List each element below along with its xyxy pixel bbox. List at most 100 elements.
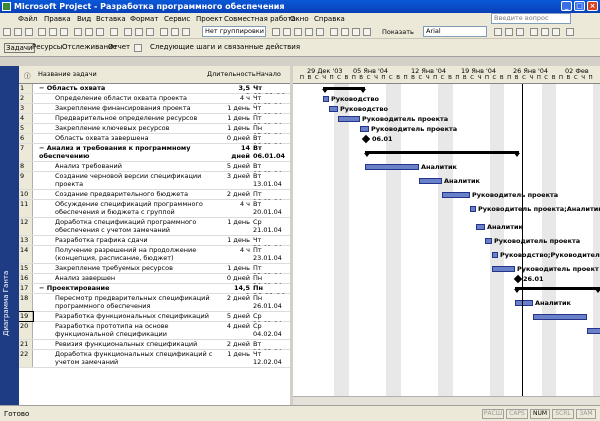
row-number[interactable]: 4 [19, 114, 33, 123]
task-name[interactable]: Создание предварительного бюджета [55, 190, 222, 198]
preview-icon[interactable] [49, 28, 57, 36]
bold-icon[interactable] [494, 28, 502, 36]
task-start[interactable]: Вт 20.01.04 [251, 200, 290, 216]
row-number[interactable]: 15 [19, 264, 33, 273]
tasks-button[interactable]: Задачи [4, 43, 35, 53]
arrow-right-icon[interactable] [341, 28, 349, 36]
task-name[interactable]: Получение разрешений на продолжение (кон… [55, 246, 222, 262]
row-number[interactable]: 9 [19, 172, 33, 189]
duration-column-header[interactable]: Длительность [207, 70, 256, 78]
task-name[interactable]: Разработка графика сдачи [55, 236, 222, 244]
row-number[interactable]: 22 [19, 350, 33, 367]
menu-file[interactable]: Файл [18, 15, 37, 23]
task-duration[interactable]: 1 день [222, 264, 250, 272]
task-start[interactable]: Ср 21.01.04 [251, 218, 290, 234]
help-icon[interactable] [316, 28, 324, 36]
task-name[interactable]: Предварительное определение ресурсов [55, 114, 222, 122]
spell-icon[interactable] [60, 28, 68, 36]
task-duration[interactable]: 1 день [222, 236, 250, 244]
resources-button[interactable]: Ресурсы [32, 43, 62, 51]
table-row[interactable]: 20 Разработка прототипа на основе функци… [19, 322, 290, 340]
table-row[interactable]: 8 Анализ требований 5 дней Вт 06.01.04 [19, 162, 290, 178]
save-icon[interactable] [25, 28, 33, 36]
task-start[interactable]: Вт 13.01.04 [251, 172, 290, 188]
task-name[interactable]: Область охвата завершена [55, 134, 222, 142]
name-column-header[interactable]: Название задачи [38, 70, 97, 78]
new-icon[interactable] [3, 28, 11, 36]
task-start[interactable]: Пт 23.01.04 [251, 246, 290, 262]
copy-icon[interactable] [85, 28, 93, 36]
add-icon[interactable] [352, 28, 360, 36]
goto-task-icon[interactable] [294, 28, 302, 36]
task-duration[interactable]: 14 дней [222, 144, 250, 160]
task-duration[interactable]: 1 день [222, 218, 250, 226]
align-left-icon[interactable] [530, 28, 538, 36]
table-row[interactable]: 15 Закрепление требуемых ресурсов 1 день… [19, 264, 290, 280]
table-row[interactable]: 6 Область охвата завершена 0 дней Вт 06.… [19, 134, 290, 150]
table-row[interactable]: 21 Ревизия функциональных спецификаций 2… [19, 340, 290, 356]
table-row[interactable]: 12 Доработка спецификаций программного о… [19, 218, 290, 236]
task-name[interactable]: Разработка прототипа на основе функциона… [55, 322, 222, 338]
underline-icon[interactable] [516, 28, 524, 36]
task-name[interactable]: Доработка функциональных спецификаций с … [55, 350, 222, 366]
task-duration[interactable]: 2 дней [222, 294, 250, 302]
task-name[interactable]: Разработка функциональных спецификаций [55, 312, 222, 320]
menu-insert[interactable]: Вставка [96, 15, 126, 23]
task-start[interactable]: Пн 26.01.04 [251, 294, 290, 310]
task-name[interactable]: − Анализ и требования к программному обе… [39, 144, 222, 160]
row-number[interactable]: 20 [19, 322, 33, 339]
task-name[interactable]: Создание черновой версии спецификации пр… [55, 172, 222, 188]
zoom-out-icon[interactable] [283, 28, 291, 36]
table-row[interactable]: 5 Закрепление ключевых ресурсов 1 день П… [19, 124, 290, 140]
menu-project[interactable]: Проект [196, 15, 223, 23]
zoom-in-icon[interactable] [272, 28, 280, 36]
task-name[interactable]: Анализ завершен [55, 274, 222, 282]
task-name[interactable]: Закрепление требуемых ресурсов [55, 264, 222, 272]
table-row[interactable]: 18 Пересмотр предварительных спецификаци… [19, 294, 290, 312]
menu-help[interactable]: Справка [314, 15, 345, 23]
task-duration[interactable]: 4 ч [222, 200, 250, 208]
table-row[interactable]: 4 Предварительное определение ресурсов 1… [19, 114, 290, 130]
link-icon[interactable] [124, 28, 132, 36]
filter-icon[interactable] [566, 28, 574, 36]
table-row[interactable]: 9 Создание черновой версии спецификации … [19, 172, 290, 190]
task-duration[interactable]: 2 дней [222, 190, 250, 198]
split-icon[interactable] [146, 28, 154, 36]
table-row[interactable]: 16 Анализ завершен 0 дней Пн 26.01.04 [19, 274, 290, 290]
task-name[interactable]: Пересмотр предварительных спецификаций п… [55, 294, 222, 310]
task-duration[interactable]: 4 ч [222, 246, 250, 254]
table-row[interactable]: 3 Закрепление финансирования проекта 1 д… [19, 104, 290, 120]
cut-icon[interactable] [74, 28, 82, 36]
notes-icon[interactable] [171, 28, 179, 36]
row-number[interactable]: 13 [19, 236, 33, 245]
table-row[interactable]: 14 Получение разрешений на продолжение (… [19, 246, 290, 264]
task-duration[interactable]: 1 день [222, 124, 250, 132]
table-row[interactable]: 1 − Область охвата 3,5 дней Чт 01.01.04 [19, 84, 290, 100]
italic-icon[interactable] [505, 28, 513, 36]
next-steps-button[interactable]: Следующие шаги и связанные действия [150, 43, 300, 51]
menu-edit[interactable]: Правка [44, 15, 71, 23]
task-start[interactable]: Ср 04.02.04 [251, 322, 290, 338]
horizontal-scrollbar[interactable] [293, 396, 600, 405]
help-search-input[interactable]: Введите вопрос [491, 13, 571, 24]
task-duration[interactable]: 1 день [222, 350, 250, 358]
table-row[interactable]: 10 Создание предварительного бюджета 2 д… [19, 190, 290, 206]
task-name[interactable]: Определение области охвата проекта [55, 94, 222, 102]
assign-resources-icon[interactable] [182, 28, 190, 36]
remove-icon[interactable] [363, 28, 371, 36]
row-number[interactable]: 3 [19, 104, 33, 113]
print-icon[interactable] [38, 28, 46, 36]
row-number[interactable]: 19 [19, 311, 34, 322]
row-number[interactable]: 7 [19, 144, 33, 161]
row-number[interactable]: 21 [19, 340, 33, 349]
menu-collaborate[interactable]: Совместная работа [224, 15, 296, 23]
menu-format[interactable]: Формат [130, 15, 158, 23]
font-select[interactable]: Arial [423, 26, 487, 37]
start-column-header[interactable]: Начало [256, 70, 281, 78]
undo-icon[interactable] [110, 28, 118, 36]
row-number[interactable]: 11 [19, 200, 33, 217]
row-number[interactable]: 5 [19, 124, 33, 133]
task-duration[interactable]: 3 дней [222, 172, 250, 180]
row-number[interactable]: 6 [19, 134, 33, 143]
task-name[interactable]: − Область охвата [39, 84, 222, 92]
